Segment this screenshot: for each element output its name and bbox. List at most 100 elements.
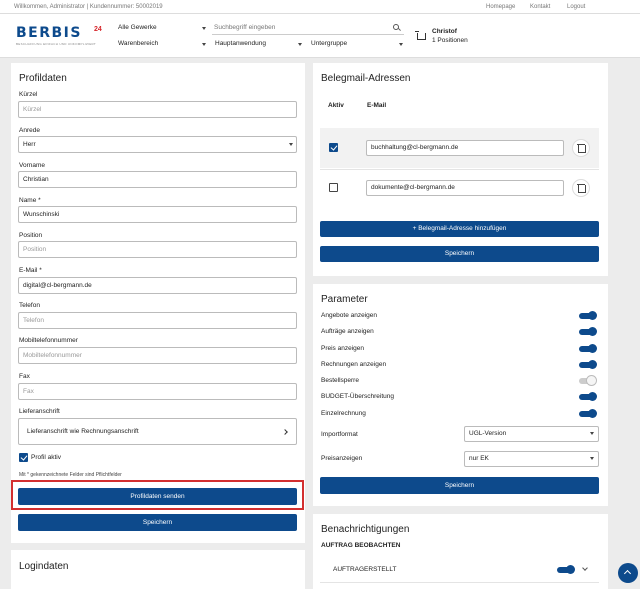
angebote-toggle[interactable] bbox=[579, 311, 597, 320]
kuerzel-label: Kürzel bbox=[19, 91, 38, 98]
scroll-to-top-icon[interactable] bbox=[618, 563, 638, 583]
add-belegmail-button[interactable]: + Belegmail-Adresse hinzufügen bbox=[320, 221, 599, 237]
user-name[interactable]: Christof bbox=[432, 28, 457, 35]
email-field[interactable]: digital@cl-bergmann.de bbox=[18, 277, 297, 294]
logout-link[interactable]: Logout bbox=[567, 4, 585, 10]
chevron-down-icon bbox=[399, 43, 403, 46]
search-icon[interactable] bbox=[393, 24, 399, 30]
importformat-label: Importformat bbox=[321, 431, 358, 438]
search-input[interactable]: Suchbegriff eingeben bbox=[212, 21, 404, 35]
lieferanschrift-value: Lieferanschrift wie Rechnungsanschrift bbox=[27, 428, 139, 435]
benachrichtigungen-title: Benachrichtigungen bbox=[321, 524, 410, 535]
toggle-label: Einzelrechnung bbox=[321, 410, 366, 417]
toggle-label: BUDGET-Überschreitung bbox=[321, 393, 394, 400]
header: BERBIS 24 BESCHAFFUNG EINFACH UND UNKOMP… bbox=[0, 14, 640, 58]
logo-sup: 24 bbox=[94, 26, 102, 33]
kuerzel-input[interactable]: Kürzel bbox=[18, 101, 297, 118]
belegmail-aktiv-checkbox[interactable] bbox=[329, 183, 338, 192]
gewerke-select[interactable]: Alle Gewerke bbox=[118, 24, 208, 36]
parameter-speichern-button[interactable]: Speichern bbox=[320, 477, 599, 494]
bestellsperre-toggle[interactable] bbox=[579, 376, 596, 385]
anrede-select[interactable]: Herr bbox=[18, 136, 297, 153]
toggle-label: Aufträge anzeigen bbox=[321, 328, 374, 335]
chevron-down-icon bbox=[590, 432, 594, 435]
profil-aktiv-checkbox[interactable] bbox=[19, 453, 28, 462]
toggle-label: Preis anzeigen bbox=[321, 345, 364, 352]
gewerke-select-value: Alle Gewerke bbox=[118, 24, 157, 31]
preis-toggle[interactable] bbox=[579, 344, 597, 353]
anrede-value: Herr bbox=[23, 141, 36, 148]
col-aktiv-header: Aktiv bbox=[328, 102, 344, 109]
cart-count[interactable]: 1 Positionen bbox=[432, 37, 468, 44]
hauptanwendung-select-value: Hauptanwendung bbox=[215, 40, 266, 47]
belegmail-aktiv-checkbox[interactable] bbox=[329, 143, 338, 152]
name-input[interactable]: Wunschinski bbox=[18, 206, 297, 223]
auftrag-beobachten-subtitle: AUFTRAG BEOBACHTEN bbox=[321, 542, 401, 549]
chevron-down-icon bbox=[298, 43, 302, 46]
toggle-label: Rechnungen anzeigen bbox=[321, 361, 387, 368]
untergruppe-select-value: Untergruppe bbox=[311, 40, 348, 47]
homepage-link[interactable]: Homepage bbox=[486, 4, 515, 10]
anrede-label: Anrede bbox=[19, 127, 40, 134]
preisanzeigen-label: Preisanzeigen bbox=[321, 455, 363, 462]
col-email-header: E-Mail bbox=[367, 102, 387, 109]
toggle-label: Bestellsperre bbox=[321, 377, 359, 384]
lieferanschrift-label: Lieferanschrift bbox=[19, 408, 60, 415]
preisanzeigen-value: nur EK bbox=[469, 455, 489, 462]
importformat-value: UGL-Version bbox=[469, 430, 507, 437]
parameter-title: Parameter bbox=[321, 294, 368, 305]
warenbereich-select[interactable]: Warenbereich bbox=[118, 40, 208, 52]
mobil-input[interactable]: Mobiltelefonnummer bbox=[18, 347, 297, 364]
profildaten-senden-button[interactable]: Profildaten senden bbox=[18, 488, 297, 505]
chevron-right-icon bbox=[282, 429, 288, 435]
untergruppe-select[interactable]: Untergruppe bbox=[311, 40, 406, 52]
search-placeholder: Suchbegriff eingeben bbox=[214, 24, 276, 31]
top-bar: Willkommen, Administrator | Kundennummer… bbox=[0, 0, 640, 14]
auftraege-toggle[interactable] bbox=[579, 327, 597, 336]
preisanzeigen-select[interactable]: nur EK bbox=[464, 451, 599, 467]
berbis-logo[interactable]: BERBIS 24 BESCHAFFUNG EINFACH UND UNKOMP… bbox=[16, 25, 106, 51]
vorname-input[interactable]: Christian bbox=[18, 171, 297, 188]
belegmail-speichern-button[interactable]: Speichern bbox=[320, 246, 599, 262]
lieferanschrift-select[interactable]: Lieferanschrift wie Rechnungsanschrift bbox=[18, 418, 297, 445]
chevron-down-icon bbox=[289, 143, 293, 146]
chevron-down-icon bbox=[202, 27, 206, 30]
trash-icon[interactable] bbox=[572, 179, 590, 197]
mobil-label: Mobiltelefonnummer bbox=[19, 337, 78, 344]
einzelrechnung-toggle[interactable] bbox=[579, 409, 597, 418]
profil-aktiv-label: Profil aktiv bbox=[31, 454, 61, 461]
belegmail-email-input[interactable]: dokumente@cl-bergmann.de bbox=[366, 180, 564, 196]
vorname-label: Vorname bbox=[19, 162, 46, 169]
profildaten-card bbox=[11, 63, 305, 543]
budget-toggle[interactable] bbox=[579, 392, 597, 401]
belegmail-email-input[interactable]: buchhaltung@cl-bergmann.de bbox=[366, 140, 564, 156]
welcome-text: Willkommen, Administrator | Kundennummer… bbox=[14, 4, 163, 10]
profil-speichern-button[interactable]: Speichern bbox=[18, 514, 297, 531]
trash-icon[interactable] bbox=[572, 139, 590, 157]
logo-tagline: BESCHAFFUNG EINFACH UND UNKOMPLIZIERT bbox=[16, 42, 97, 46]
warenbereich-select-value: Warenbereich bbox=[118, 40, 159, 47]
name-label: Name * bbox=[19, 197, 41, 204]
telefon-label: Telefon bbox=[19, 302, 40, 309]
hauptanwendung-select[interactable]: Hauptanwendung bbox=[215, 40, 305, 52]
fax-label: Fax bbox=[19, 373, 30, 380]
position-input[interactable]: Position bbox=[18, 241, 297, 258]
fax-input[interactable]: Fax bbox=[18, 383, 297, 400]
logo-word: BERBIS bbox=[16, 25, 82, 41]
pflicht-note: Mit * gekennzeichnete Felder sind Pflich… bbox=[19, 472, 122, 478]
chevron-down-icon bbox=[202, 43, 206, 46]
cart-icon[interactable] bbox=[415, 31, 426, 40]
auftragerstellt-toggle[interactable] bbox=[557, 565, 575, 574]
chevron-down-icon bbox=[590, 457, 594, 460]
toggle-label: Angebote anzeigen bbox=[321, 312, 378, 319]
email-label: E-Mail * bbox=[19, 267, 42, 274]
profildaten-title: Profildaten bbox=[19, 73, 67, 84]
kontakt-link[interactable]: Kontakt bbox=[530, 4, 550, 10]
telefon-input[interactable]: Telefon bbox=[18, 312, 297, 329]
importformat-select[interactable]: UGL-Version bbox=[464, 426, 599, 442]
logindaten-title: Logindaten bbox=[19, 561, 69, 572]
rechnungen-toggle[interactable] bbox=[579, 360, 597, 369]
position-label: Position bbox=[19, 232, 43, 239]
belegmail-title: Belegmail-Adressen bbox=[321, 73, 411, 84]
auftragerstellt-label: AUFTRAGERSTELLT bbox=[333, 566, 397, 573]
